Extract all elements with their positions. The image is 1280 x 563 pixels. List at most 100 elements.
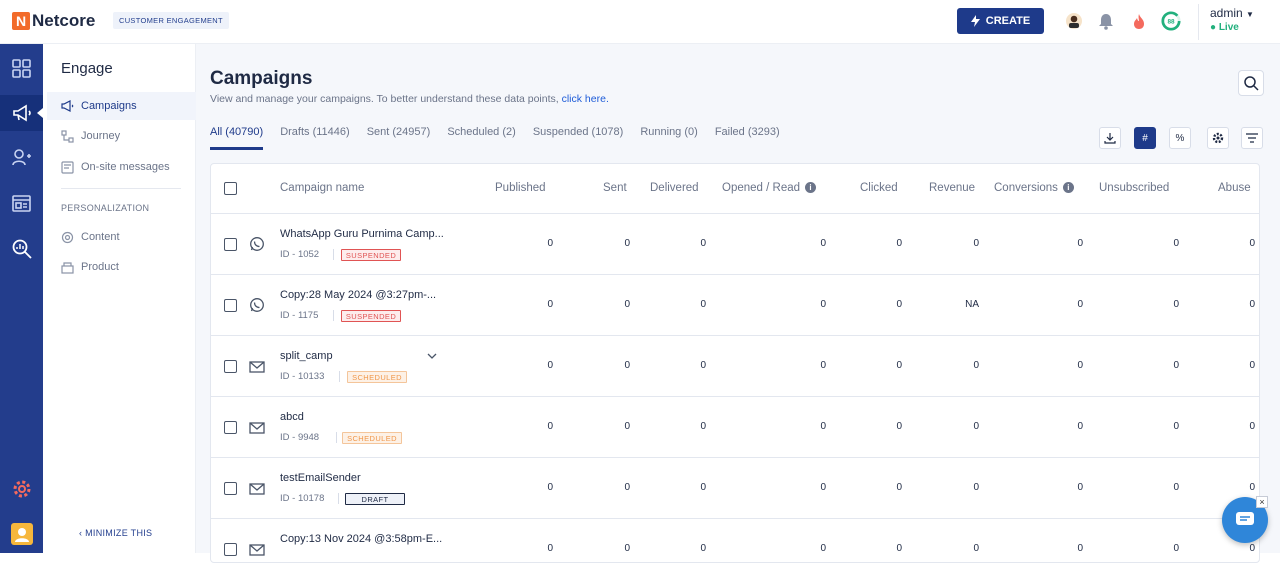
subnav-item-campaigns[interactable]: Campaigns bbox=[47, 92, 196, 120]
row-checkbox[interactable] bbox=[224, 421, 237, 434]
table-row[interactable]: Copy:13 Nov 2024 @3:58pm-E... 0 0 0 0 0 … bbox=[211, 519, 1259, 562]
info-icon[interactable]: i bbox=[805, 182, 817, 193]
chat-close-icon[interactable]: × bbox=[1256, 496, 1268, 508]
create-button[interactable]: CREATE bbox=[957, 8, 1044, 34]
subnav-item-onsite-messages[interactable]: On-site messages bbox=[47, 153, 196, 181]
column-published[interactable]: Published bbox=[495, 182, 546, 194]
column-revenue[interactable]: Revenue bbox=[929, 182, 975, 194]
column-delivered[interactable]: Delivered bbox=[650, 182, 699, 194]
chat-bubble-icon bbox=[1236, 512, 1254, 525]
count-toggle[interactable]: # bbox=[1134, 127, 1156, 149]
table-row[interactable]: testEmailSender ID - 10178 DRAFT 0 0 0 0… bbox=[211, 458, 1259, 519]
subnav-item-product[interactable]: Product bbox=[47, 253, 196, 281]
user-menu[interactable]: admin ▼ ● Live bbox=[1198, 4, 1254, 40]
campaign-name[interactable]: abcd bbox=[280, 411, 304, 423]
cell-delivered: 0 bbox=[700, 299, 706, 310]
netcore-logo[interactable]: N Netcore bbox=[12, 11, 95, 31]
percent-toggle[interactable]: % bbox=[1169, 127, 1191, 149]
tab-suspended[interactable]: Suspended (1078) bbox=[533, 126, 624, 150]
journey-icon bbox=[61, 129, 74, 143]
audience-icon[interactable] bbox=[0, 139, 43, 175]
table-row[interactable]: Copy:28 May 2024 @3:27pm-... ID - 1175 S… bbox=[211, 275, 1259, 336]
column-sent[interactable]: Sent bbox=[603, 182, 627, 194]
subnav-item-journey[interactable]: Journey bbox=[47, 122, 196, 150]
page-title: Campaigns bbox=[210, 68, 313, 89]
column-opened-read[interactable]: Opened / Read i bbox=[722, 182, 817, 194]
tab-failed[interactable]: Failed (3293) bbox=[715, 126, 780, 150]
row-checkbox[interactable] bbox=[224, 360, 237, 373]
filter-button[interactable] bbox=[1241, 127, 1263, 149]
row-checkbox[interactable] bbox=[224, 543, 237, 556]
subnav-item-content[interactable]: Content bbox=[47, 223, 196, 251]
flame-icon[interactable] bbox=[1129, 11, 1149, 31]
whatsapp-icon bbox=[250, 237, 264, 251]
download-button[interactable] bbox=[1099, 127, 1121, 149]
column-conversions[interactable]: Conversions i bbox=[994, 182, 1074, 194]
column-abuse[interactable]: Abuse bbox=[1218, 182, 1251, 194]
row-checkbox[interactable] bbox=[224, 238, 237, 251]
minimize-button[interactable]: ‹ MINIMIZE THIS bbox=[79, 528, 152, 538]
status-badge: SUSPENDED bbox=[341, 249, 401, 261]
tab-scheduled[interactable]: Scheduled (2) bbox=[447, 126, 516, 150]
cell-delivered: 0 bbox=[700, 238, 706, 249]
email-icon bbox=[249, 361, 265, 373]
cell-published: 0 bbox=[547, 299, 553, 310]
top-bar: N Netcore CUSTOMER ENGAGEMENT CREATE 88 … bbox=[0, 0, 1280, 44]
create-button-label: CREATE bbox=[985, 15, 1031, 27]
table-header: Campaign name Published Sent Delivered O… bbox=[211, 164, 1259, 214]
table-row[interactable]: split_camp ID - 10133 SCHEDULED 0 0 0 0 … bbox=[211, 336, 1259, 397]
row-checkbox[interactable] bbox=[224, 299, 237, 312]
tab-running[interactable]: Running (0) bbox=[640, 126, 697, 150]
score-ring-icon[interactable]: 88 bbox=[1161, 11, 1181, 31]
campaign-name[interactable]: Copy:13 Nov 2024 @3:58pm-E... bbox=[280, 533, 442, 545]
cell-opened: 0 bbox=[820, 299, 826, 310]
subnav-item-label: Product bbox=[81, 261, 119, 273]
divider bbox=[336, 432, 337, 443]
dashboard-icon[interactable] bbox=[0, 50, 43, 86]
divider bbox=[339, 371, 340, 382]
campaign-id: ID - 1052 bbox=[280, 249, 320, 260]
web-page-icon[interactable] bbox=[0, 185, 43, 221]
cell-revenue: 0 bbox=[973, 360, 979, 371]
chevron-down-icon[interactable] bbox=[427, 352, 437, 360]
campaign-name[interactable]: Copy:28 May 2024 @3:27pm-... bbox=[280, 289, 436, 301]
cell-revenue: 0 bbox=[973, 482, 979, 493]
table-row[interactable]: WhatsApp Guru Purnima Camp... ID - 1052 … bbox=[211, 214, 1259, 275]
cell-abuse: 0 bbox=[1249, 360, 1255, 371]
caret-down-icon: ▼ bbox=[1246, 10, 1254, 19]
search-button[interactable] bbox=[1238, 70, 1264, 96]
analytics-search-icon[interactable] bbox=[0, 231, 43, 267]
info-icon[interactable]: i bbox=[1062, 182, 1074, 193]
cell-conversions: 0 bbox=[1077, 421, 1083, 432]
primary-nav-rail bbox=[0, 44, 43, 553]
campaign-name[interactable]: testEmailSender bbox=[280, 472, 361, 484]
status-badge: SCHEDULED bbox=[347, 371, 407, 383]
column-clicked[interactable]: Clicked bbox=[860, 182, 898, 194]
bell-icon[interactable] bbox=[1096, 11, 1116, 31]
profile-icon[interactable] bbox=[0, 516, 43, 552]
help-link[interactable]: click here. bbox=[562, 93, 609, 105]
tab-sent[interactable]: Sent (24957) bbox=[367, 126, 431, 150]
cell-delivered: 0 bbox=[700, 421, 706, 432]
cell-unsubscribed: 0 bbox=[1173, 482, 1179, 493]
avatar-icon[interactable] bbox=[1064, 11, 1084, 31]
settings-gear-icon[interactable] bbox=[0, 471, 43, 507]
select-all-checkbox[interactable] bbox=[224, 182, 237, 195]
cell-unsubscribed: 0 bbox=[1173, 543, 1179, 554]
cell-published: 0 bbox=[547, 360, 553, 371]
campaign-name[interactable]: WhatsApp Guru Purnima Camp... bbox=[280, 228, 444, 240]
column-campaign-name[interactable]: Campaign name bbox=[280, 182, 364, 194]
cell-unsubscribed: 0 bbox=[1173, 421, 1179, 432]
cell-delivered: 0 bbox=[700, 360, 706, 371]
column-settings-button[interactable] bbox=[1207, 127, 1229, 149]
user-name: admin bbox=[1210, 6, 1243, 20]
cell-published: 0 bbox=[547, 238, 553, 249]
tab-all[interactable]: All (40790) bbox=[210, 126, 264, 150]
campaign-name[interactable]: split_camp bbox=[280, 350, 333, 362]
tab-drafts[interactable]: Drafts (11446) bbox=[280, 126, 350, 150]
column-unsubscribed[interactable]: Unsubscribed bbox=[1099, 182, 1169, 194]
cell-clicked: 0 bbox=[896, 238, 902, 249]
cell-opened: 0 bbox=[820, 482, 826, 493]
table-row[interactable]: abcd ID - 9948 SCHEDULED 0 0 0 0 0 0 0 0… bbox=[211, 397, 1259, 458]
row-checkbox[interactable] bbox=[224, 482, 237, 495]
